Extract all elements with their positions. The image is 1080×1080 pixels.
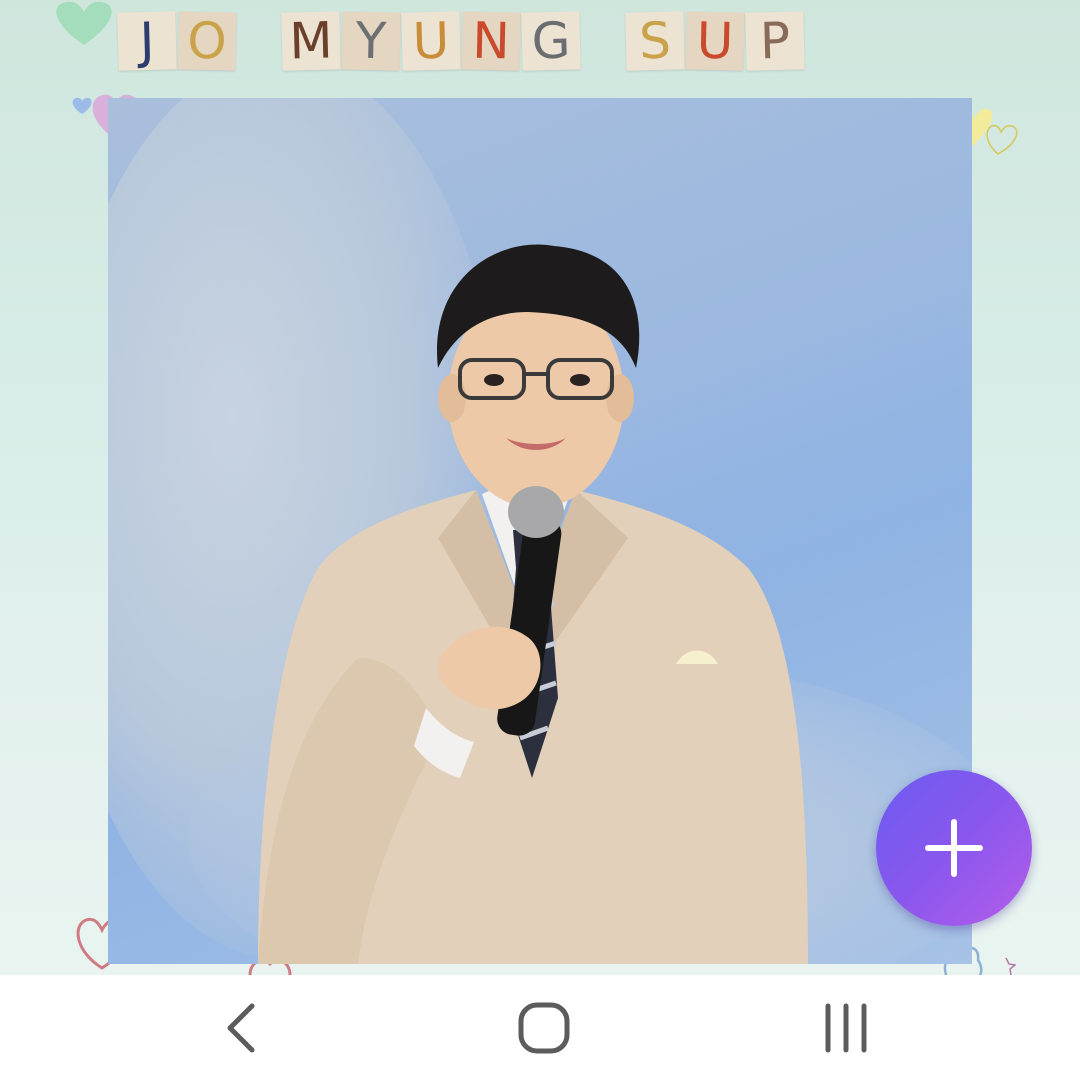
title-letter: U [685,11,745,71]
rounded-square-icon [518,1002,570,1054]
plus-icon [925,819,983,877]
title-word-jo: J O [117,11,238,71]
title-letter: S [625,11,685,71]
add-button[interactable] [876,770,1032,926]
title-letter: J [117,11,177,71]
back-button[interactable] [182,993,302,1063]
system-navigation-bar [0,975,1080,1080]
title-letter: Y [341,11,401,71]
chevron-left-icon [227,1003,255,1053]
title-letter: O [177,11,237,71]
three-bars-icon [825,1003,867,1053]
home-button[interactable] [484,993,604,1063]
heart-sticker-icon [56,1,112,45]
title-word-myung: M Y U N G [281,11,582,71]
title-word-sup: S U P [625,11,806,71]
title-letter: G [521,11,581,71]
title-letter: U [401,11,461,71]
profile-photo [108,98,972,964]
page-title: J O M Y U N G S U P [117,6,998,76]
person-photo [258,244,808,964]
photo-collage: J O M Y U N G S U P [0,0,1080,975]
title-letter: M [281,11,341,71]
title-letter: P [745,11,805,71]
title-letter: N [461,11,521,71]
recents-button[interactable] [786,993,906,1063]
